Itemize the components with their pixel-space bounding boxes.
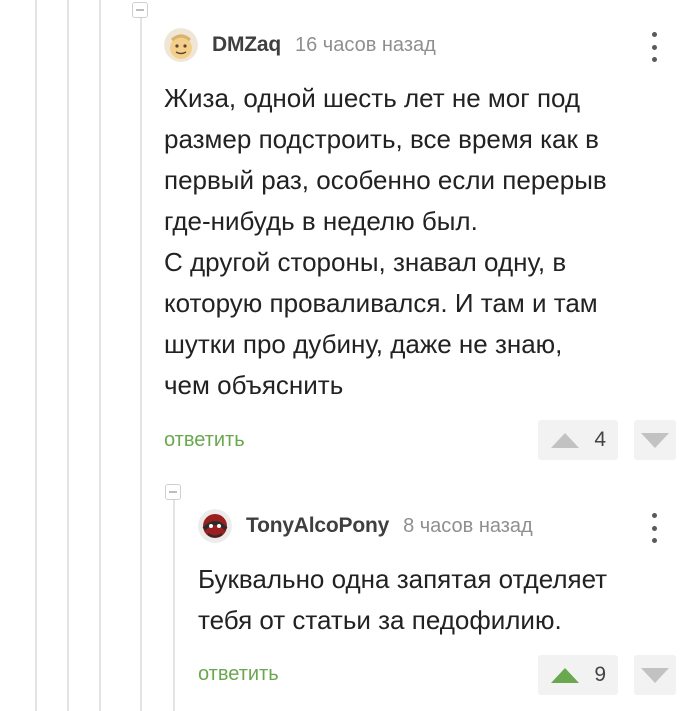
thread-line[interactable]: [35, 0, 37, 711]
comments-page: DMZaq 16 часов назад Жиза, одной шесть л…: [0, 0, 700, 711]
avatar[interactable]: [198, 509, 232, 543]
more-options-button[interactable]: [644, 513, 664, 543]
upvote-button[interactable]: 9: [538, 655, 618, 695]
triangle-up-icon: [551, 433, 579, 448]
vertical-dots-icon: [651, 513, 657, 518]
thread-line[interactable]: [99, 0, 101, 711]
comment-header: DMZaq 16 часов назад: [164, 28, 436, 62]
author-name[interactable]: DMZaq: [212, 33, 281, 57]
reply-link[interactable]: ответить: [164, 429, 245, 452]
vertical-dots-icon: [651, 57, 657, 62]
thread-line[interactable]: [140, 18, 142, 711]
vertical-dots-icon: [651, 44, 657, 50]
downvote-button[interactable]: [634, 420, 676, 460]
vertical-dots-icon: [651, 525, 657, 531]
avatar[interactable]: [164, 28, 198, 62]
thread-line[interactable]: [173, 500, 175, 711]
collapse-button[interactable]: [132, 2, 148, 18]
rating-count: 4: [594, 428, 606, 451]
comment-time: 16 часов назад: [295, 33, 436, 56]
comment: DMZaq 16 часов назад Жиза, одной шесть л…: [164, 28, 694, 468]
comment-text: Жиза, одной шесть лет не мог под размер …: [164, 83, 607, 400]
triangle-up-icon: [551, 668, 579, 683]
rating-count: 9: [594, 663, 606, 686]
triangle-down-icon: [641, 668, 669, 683]
collapse-button[interactable]: [165, 484, 181, 500]
vertical-dots-icon: [651, 32, 657, 37]
vertical-dots-icon: [651, 538, 657, 543]
downvote-button[interactable]: [634, 655, 676, 695]
author-name[interactable]: TonyAlcoPony: [246, 514, 389, 538]
comment-header: TonyAlcoPony 8 часов назад: [198, 509, 533, 543]
comment-time: 8 часов назад: [403, 514, 533, 537]
thread-line[interactable]: [67, 0, 69, 711]
comment-text: Буквально одна запятая отделяет тебя от …: [198, 564, 608, 635]
more-options-button[interactable]: [644, 32, 664, 62]
comment-reply: TonyAlcoPony 8 часов назад Буквально одн…: [198, 509, 694, 711]
triangle-down-icon: [641, 433, 669, 448]
upvote-button[interactable]: 4: [538, 420, 618, 460]
reply-link[interactable]: ответить: [198, 663, 279, 686]
